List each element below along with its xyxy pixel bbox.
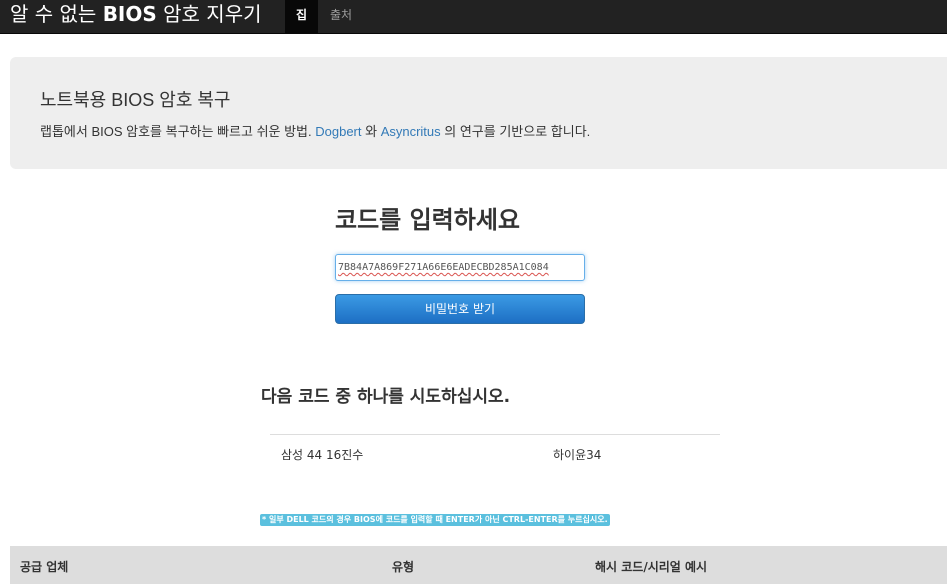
results-heading: 다음 코드 중 하나를 시도하십시오. [261,387,511,407]
column-header-hash-example: 해시 코드/시리얼 예시 [595,560,708,574]
vendor-table-header: 공급 업체 유형 해시 코드/시리얼 예시 [10,546,947,584]
nav-item-sources[interactable]: 출처 [318,0,364,34]
brand-prefix: 알 수 없는 [10,2,103,26]
code-input-value: 7B84A7A869F271A66E6EADECBD285A1C084 [338,262,549,273]
result-insyde: 하이윤34 [553,448,602,462]
intro-text-middle: 와 [361,124,381,139]
results-divider [270,434,720,435]
intro-text-suffix: 의 연구를 기반으로 합니다. [440,124,591,139]
intro-description: 랩톱에서 BIOS 암호를 복구하는 빠르고 쉬운 방법. Dogbert 와 … [40,121,590,140]
column-header-type: 유형 [392,560,415,574]
result-samsung: 삼성 44 16진수 [281,448,364,462]
brand-bold: BIOS [102,2,157,26]
nav-item-home[interactable]: 집 [285,0,318,34]
asyncritus-link[interactable]: Asyncritus [381,124,441,139]
dell-note-badge: * 일부 DELL 코드의 경우 BIOS에 코드를 입력할 때 ENTER가 … [260,514,610,526]
intro-title: 노트북용 BIOS 암호 복구 [40,90,231,110]
navbar: 알 수 없는 BIOS 암호 지우기 집 출처 [0,0,947,34]
code-input[interactable]: 7B84A7A869F271A66E6EADECBD285A1C084 [335,254,585,281]
column-header-vendor: 공급 업체 [20,560,69,574]
brand-title[interactable]: 알 수 없는 BIOS 암호 지우기 [10,0,262,34]
brand-suffix: 암호 지우기 [156,2,262,26]
intro-panel: 노트북용 BIOS 암호 복구 랩톱에서 BIOS 암호를 복구하는 빠르고 쉬… [10,57,947,169]
code-form-heading: 코드를 입력하세요 [335,206,520,234]
get-password-button[interactable]: 비밀번호 받기 [335,294,585,324]
intro-text-prefix: 랩톱에서 BIOS 암호를 복구하는 빠르고 쉬운 방법. [40,124,316,139]
dogbert-link[interactable]: Dogbert [315,124,361,139]
